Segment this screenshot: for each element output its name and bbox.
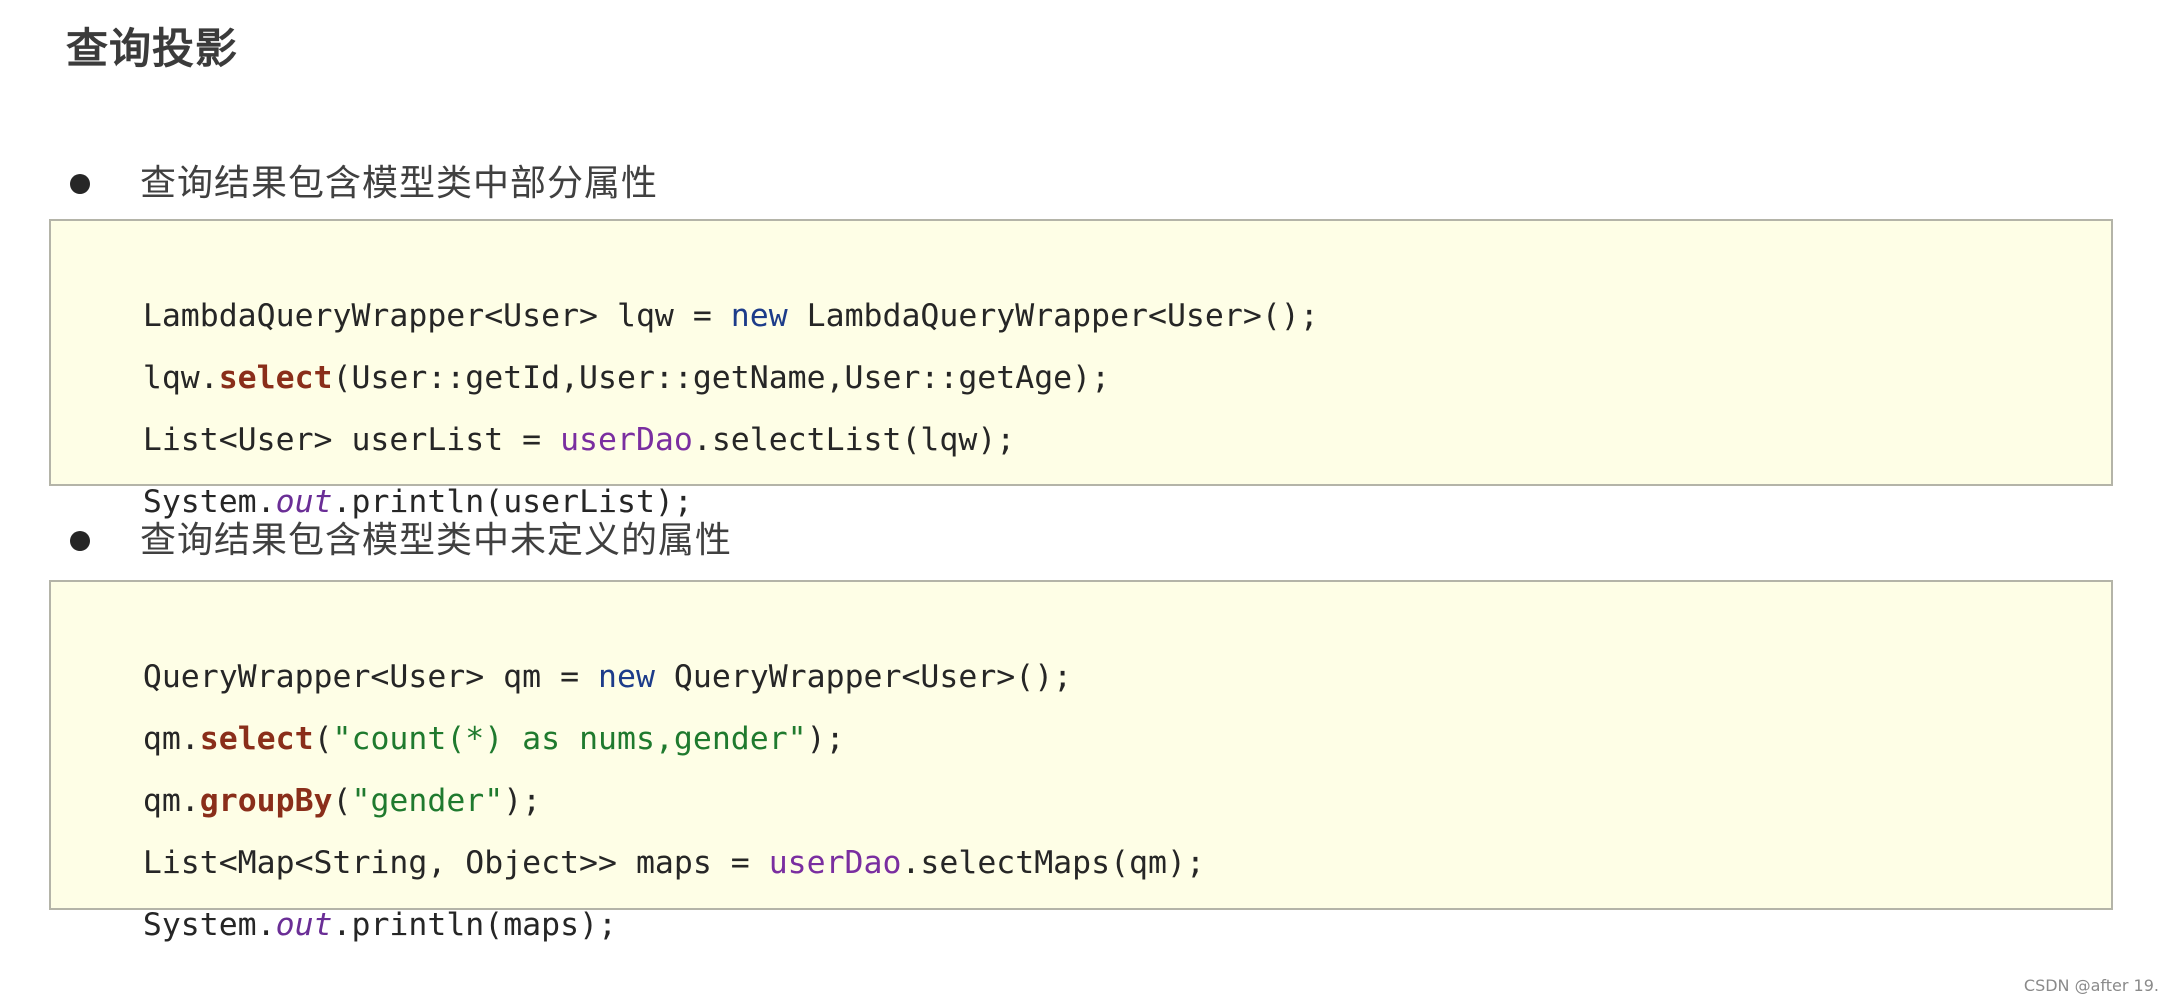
code-token: .selectList(lqw);	[692, 422, 1016, 458]
code-token: );	[806, 721, 845, 757]
section-heading-undefined-attributes: 查询结果包含模型类中未定义的属性	[66, 513, 732, 569]
section-heading-text: 查询结果包含模型类中未定义的属性	[140, 520, 733, 561]
code-line: System.out.println(userList);	[67, 427, 693, 520]
code-token-field: userDao	[768, 845, 902, 881]
code-token: System.	[142, 907, 276, 943]
section-heading-text: 查询结果包含模型类中部分属性	[140, 163, 659, 204]
code-line: LambdaQueryWrapper<User> lqw = new Lambd…	[67, 241, 1319, 334]
code-line: qm.groupBy("gender");	[67, 726, 541, 819]
watermark: CSDN @after 19.	[2023, 976, 2159, 995]
code-token: .selectMaps(qm);	[901, 845, 1205, 881]
code-block-query-wrapper: QueryWrapper<User> qm = new QueryWrapper…	[49, 580, 2113, 943]
code-line: List<User> userList = userDao.selectList…	[67, 365, 1015, 458]
section-heading-partial-attributes: 查询结果包含模型类中部分属性	[66, 156, 658, 212]
code-line: System.out.println(maps);	[67, 850, 617, 943]
code-line: QueryWrapper<User> qm = new QueryWrapper…	[67, 602, 1072, 695]
code-block-lambda-query: LambdaQueryWrapper<User> lqw = new Lambd…	[49, 219, 2113, 520]
code-line: qm.select("count(*) as nums,gender");	[67, 664, 845, 757]
code-line: List<Map<String, Object>> maps = userDao…	[67, 788, 1205, 881]
bullet-dot-icon	[70, 174, 90, 194]
code-token: .println(maps);	[332, 907, 618, 943]
bullet-dot-icon	[70, 531, 90, 551]
code-token-static-field: out	[275, 907, 333, 943]
code-line: lqw.select(User::getId,User::getName,Use…	[67, 303, 1110, 396]
page-title: 查询投影	[66, 24, 239, 73]
